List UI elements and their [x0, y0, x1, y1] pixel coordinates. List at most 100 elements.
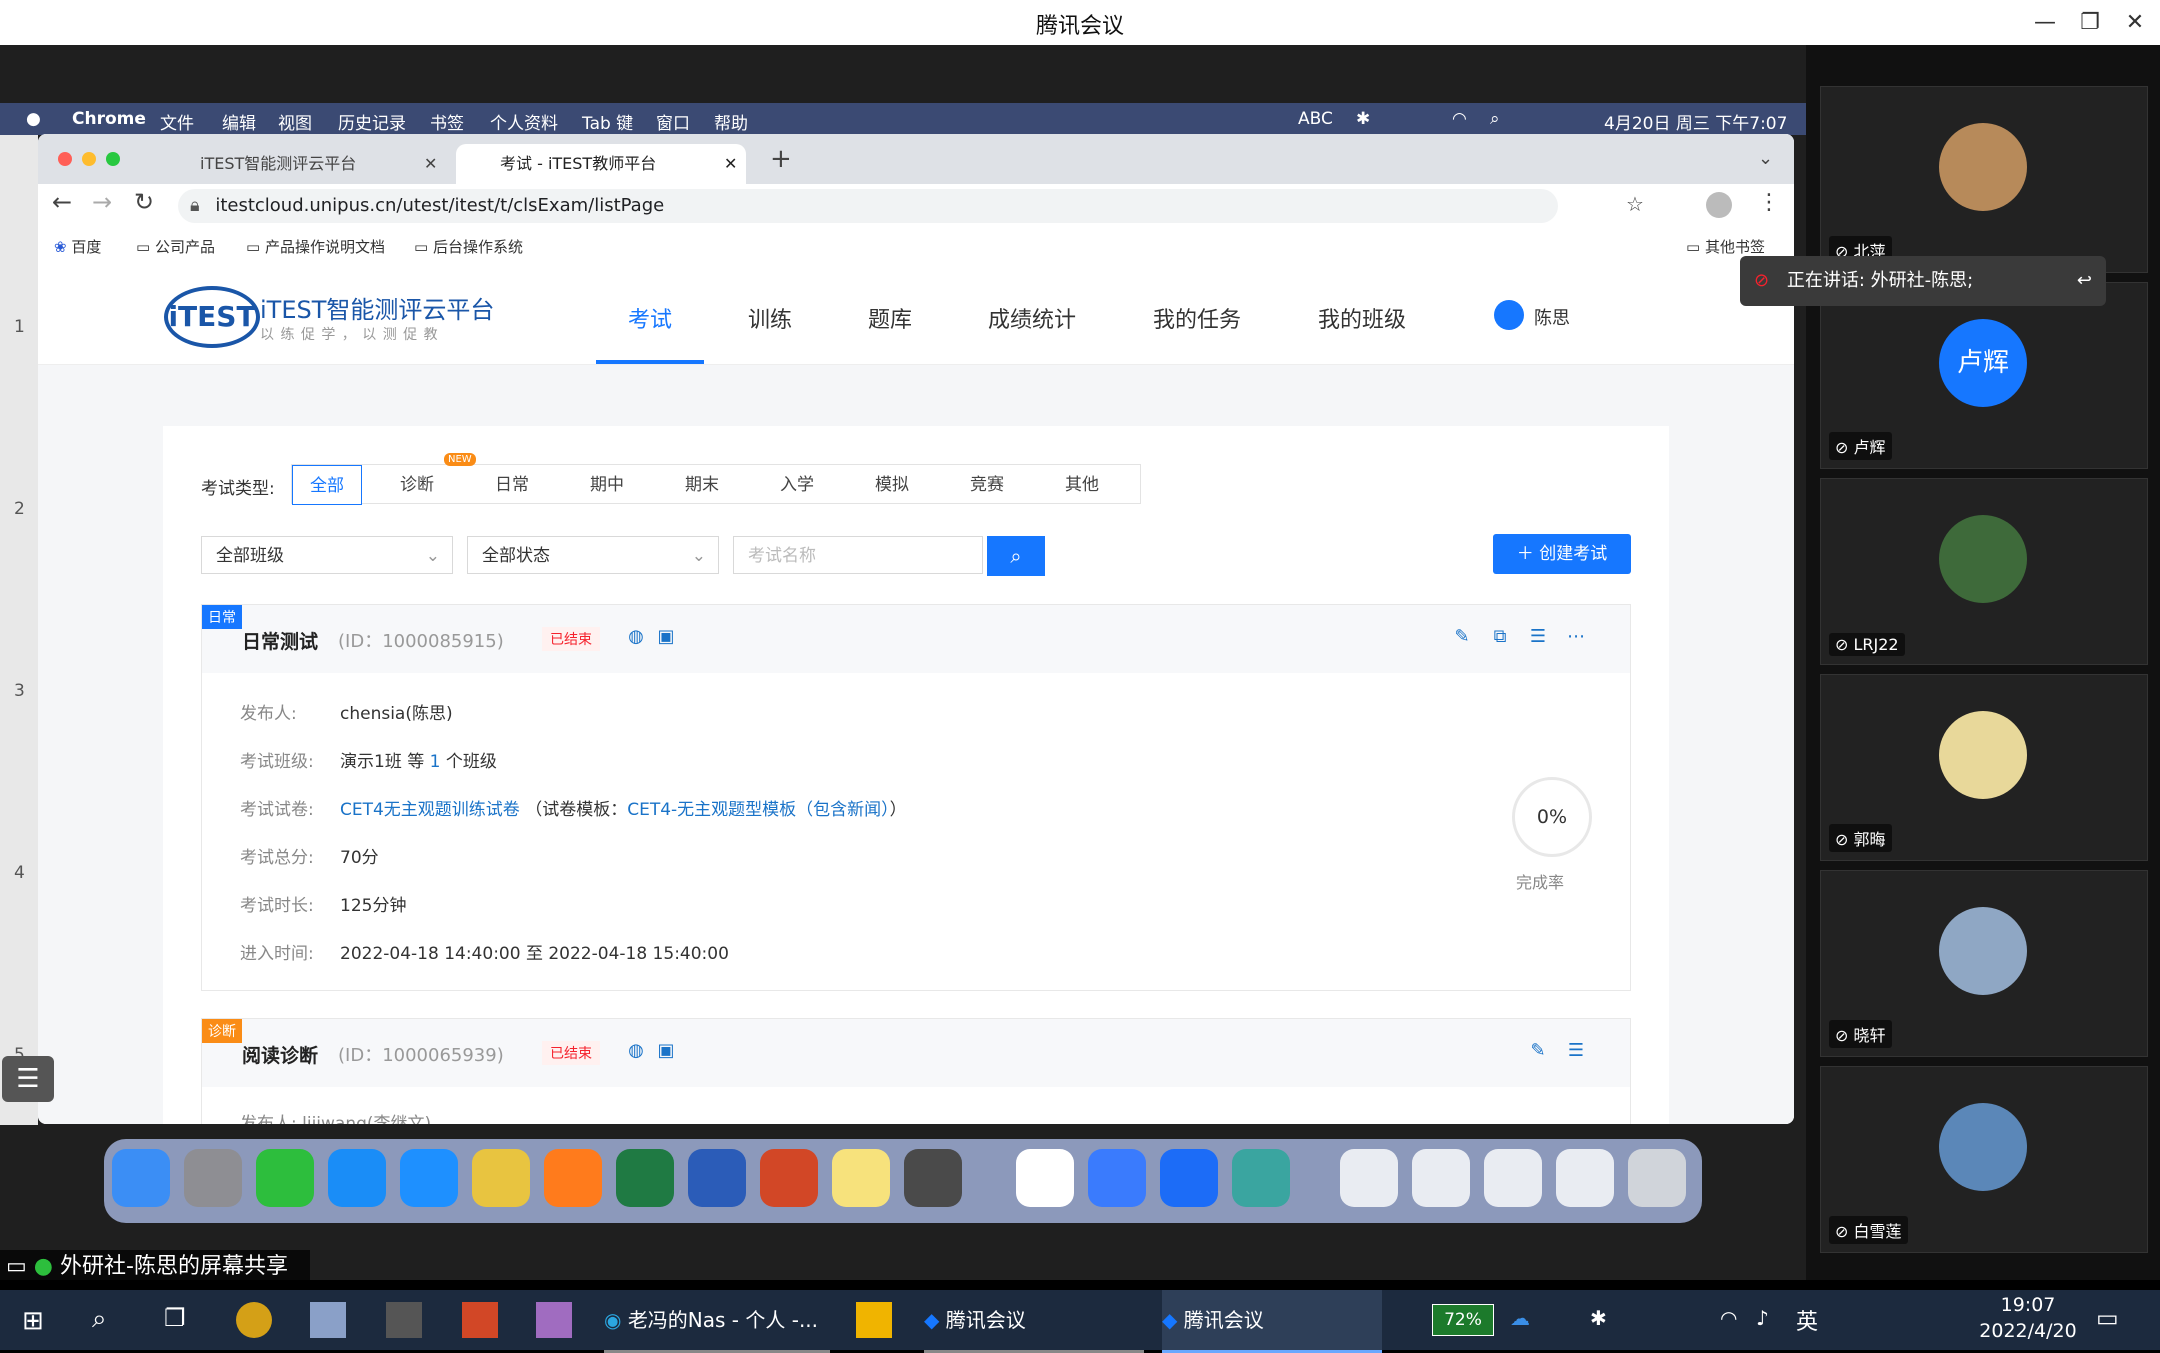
app-icon[interactable] — [536, 1302, 572, 1338]
status-select[interactable]: 全部状态 ⌄ — [467, 536, 719, 574]
clock-time[interactable]: 19:07 — [1978, 1294, 2078, 1316]
minimize-icon[interactable]: — — [2030, 8, 2060, 38]
menu-help[interactable]: 帮助 — [714, 109, 748, 134]
ime-indicator[interactable]: 英 — [1796, 1304, 1818, 1336]
clock-date[interactable]: 2022/4/20 — [1968, 1320, 2088, 1342]
wifi-icon[interactable]: ◠ — [1452, 109, 1467, 129]
pen-app-icon[interactable] — [1088, 1149, 1146, 1207]
user-name[interactable]: 陈思 — [1534, 304, 1570, 330]
outline-menu-icon[interactable]: ☰ — [2, 1056, 54, 1102]
globe-icon[interactable]: ◍ — [626, 1041, 646, 1061]
lark-icon[interactable] — [1016, 1149, 1074, 1207]
nav-score-stats[interactable]: 成绩统计 — [988, 302, 1076, 334]
type-daily[interactable]: 日常 — [467, 465, 557, 505]
recent-window-icon[interactable] — [1484, 1149, 1542, 1207]
forward-icon[interactable]: → — [92, 188, 112, 216]
taskbar-app-meeting[interactable]: ◆ 腾讯会议 — [924, 1290, 1144, 1353]
bluetooth-icon[interactable]: ✱ — [1590, 1306, 1607, 1330]
list-icon[interactable]: ☰ — [1528, 627, 1548, 647]
reload-icon[interactable]: ↻ — [134, 188, 154, 216]
nav-question-bank[interactable]: 题库 — [868, 302, 912, 334]
participant-tile[interactable]: ⊘ 郭晦 — [1820, 674, 2148, 861]
search-icon[interactable]: ⌕ — [92, 1304, 107, 1335]
trash-icon[interactable] — [1628, 1149, 1686, 1207]
wechat-icon[interactable] — [256, 1149, 314, 1207]
type-mock[interactable]: 模拟 — [847, 465, 937, 505]
exam-title[interactable]: 阅读诊断 — [242, 1041, 318, 1068]
screen-icon[interactable]: ▣ — [656, 1041, 676, 1061]
recent-window-icon[interactable] — [1556, 1149, 1614, 1207]
bookmark-folder[interactable]: ▭ 后台操作系统 — [414, 236, 523, 257]
bookmark-folder[interactable]: ▭ 产品操作说明文档 — [246, 236, 385, 257]
tab-itest-platform[interactable]: iTEST智能测评云平台 ✕ — [156, 144, 446, 184]
menu-tab[interactable]: Tab 键 — [582, 109, 633, 134]
type-final[interactable]: 期末 — [657, 465, 747, 505]
star-icon[interactable]: ☆ — [1626, 192, 1644, 216]
menu-file[interactable]: 文件 — [160, 109, 194, 134]
file-explorer-icon[interactable] — [856, 1302, 892, 1338]
exam-title[interactable]: 日常测试 — [242, 627, 318, 654]
finder-icon[interactable] — [112, 1149, 170, 1207]
globe-icon[interactable]: ◍ — [626, 627, 646, 647]
tab-close-icon[interactable]: ✕ — [724, 144, 737, 184]
menu-edit[interactable]: 编辑 — [222, 109, 256, 134]
menu-datetime[interactable]: 4月20日 周三 下午7:07 — [1604, 109, 1787, 134]
recent-window-icon[interactable] — [1412, 1149, 1470, 1207]
calculator-icon[interactable] — [904, 1149, 962, 1207]
user-avatar-icon[interactable] — [1494, 300, 1524, 330]
settings-icon[interactable] — [184, 1149, 242, 1207]
menu-history[interactable]: 历史记录 — [338, 109, 406, 134]
more-icon[interactable]: ⋯ — [1566, 627, 1586, 647]
reply-icon[interactable]: ↩ — [2077, 256, 2092, 306]
notification-icon[interactable]: ▭ — [2096, 1304, 2119, 1332]
edit-icon[interactable]: ✎ — [1528, 1041, 1548, 1061]
type-entrance[interactable]: 入学 — [752, 465, 842, 505]
app-store-icon[interactable] — [328, 1149, 386, 1207]
task-view-icon[interactable]: ❐ — [164, 1304, 186, 1332]
bookmark-folder[interactable]: ▭ 公司产品 — [136, 236, 215, 257]
chrome-icon[interactable] — [472, 1149, 530, 1207]
minimize-window-button[interactable] — [82, 152, 96, 166]
recent-window-icon[interactable] — [1340, 1149, 1398, 1207]
app-icon[interactable] — [386, 1302, 422, 1338]
taskbar-app-edge[interactable]: ◉ 老冯的Nas - 个人 -... — [604, 1290, 830, 1353]
close-icon[interactable]: ✕ — [2120, 8, 2150, 38]
bookmark-baidu[interactable]: ❀ 百度 — [54, 236, 101, 257]
new-tab-icon[interactable]: + — [770, 144, 792, 174]
participant-tile[interactable]: ⊘ LRJ22 — [1820, 478, 2148, 665]
app-icon[interactable] — [310, 1302, 346, 1338]
input-method-label[interactable]: ABC — [1298, 109, 1333, 129]
firefox-icon[interactable] — [544, 1149, 602, 1207]
participant-tile[interactable]: ⊘ 晓轩 — [1820, 870, 2148, 1057]
type-all[interactable]: 全部 — [292, 465, 362, 505]
class-count-link[interactable]: 1 — [430, 752, 441, 772]
tab-search-chevron-icon[interactable]: ⌄ — [1758, 148, 1773, 169]
menu-profile[interactable]: 个人资料 — [490, 109, 558, 134]
menu-dots-icon[interactable]: ⋮ — [1758, 190, 1780, 215]
apple-icon[interactable]: ● — [26, 109, 41, 129]
screen-icon[interactable]: ▣ — [656, 627, 676, 647]
nav-training[interactable]: 训练 — [748, 302, 792, 334]
search-button[interactable]: ⌕ — [987, 536, 1045, 576]
onedrive-icon[interactable]: ☁ — [1510, 1306, 1530, 1330]
address-bar[interactable]: 🔒︎ itestcloud.unipus.cn/utest/itest/t/cl… — [178, 189, 1558, 223]
back-icon[interactable]: ← — [52, 188, 72, 216]
template-link[interactable]: CET4-无主观题型模板（包含新闻） — [627, 800, 889, 820]
word-icon[interactable] — [688, 1149, 746, 1207]
other-bookmarks[interactable]: ▭ 其他书签 — [1686, 236, 1765, 257]
class-select[interactable]: 全部班级 ⌄ — [201, 536, 453, 574]
taskbar-app-meeting-active[interactable]: ◆ 腾讯会议 — [1162, 1290, 1382, 1353]
menu-chrome[interactable]: Chrome — [72, 109, 146, 129]
safari-icon[interactable] — [400, 1149, 458, 1207]
excel-icon[interactable] — [616, 1149, 674, 1207]
type-midterm[interactable]: 期中 — [562, 465, 652, 505]
participant-tile[interactable]: ⊘ 北萍 — [1820, 86, 2148, 273]
restore-icon[interactable]: ❐ — [2075, 8, 2105, 38]
tab-exam[interactable]: 考试 - iTEST教师平台 ✕ — [456, 144, 746, 184]
vpn-icon[interactable] — [1232, 1149, 1290, 1207]
close-window-button[interactable] — [58, 152, 72, 166]
office-icon[interactable] — [462, 1302, 498, 1338]
paper-link[interactable]: CET4无主观题训练试卷 — [340, 800, 520, 820]
tencent-meeting-icon[interactable] — [1160, 1149, 1218, 1207]
windows-start-icon[interactable]: ⊞ — [22, 1306, 44, 1336]
